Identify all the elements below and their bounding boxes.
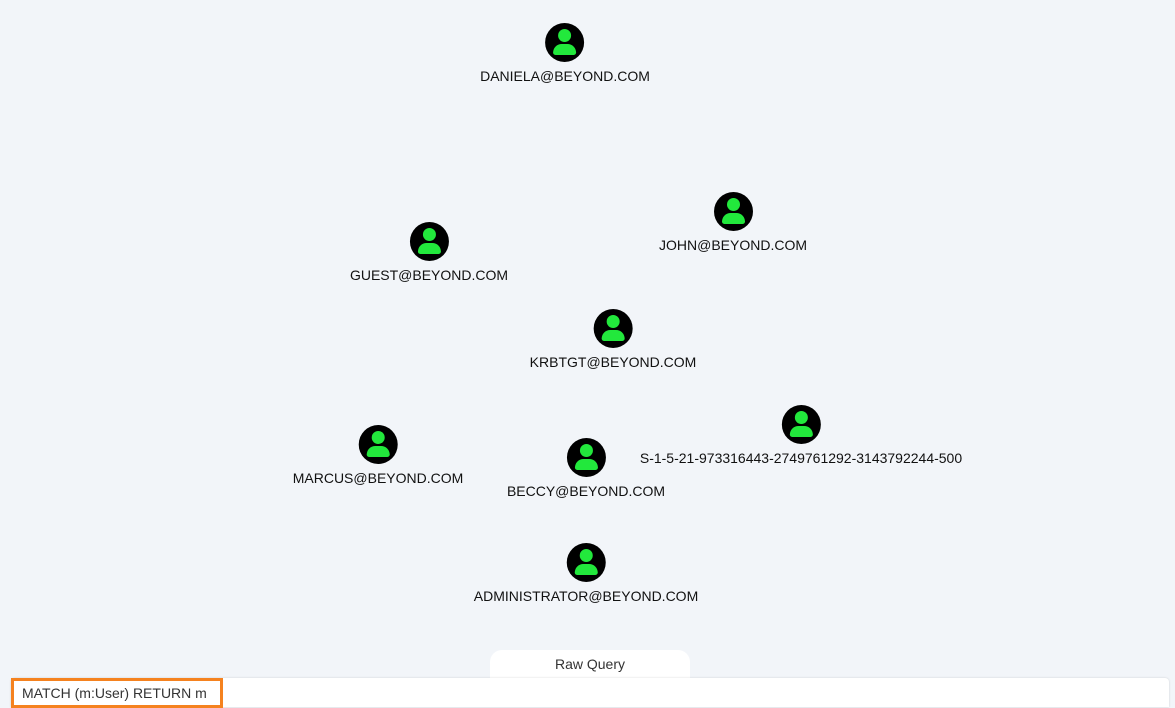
user-icon	[566, 543, 606, 582]
user-node[interactable]: BECCY@BEYOND.COM	[507, 438, 665, 499]
user-icon	[409, 222, 449, 261]
user-node[interactable]: GUEST@BEYOND.COM	[350, 222, 508, 283]
user-node[interactable]: JOHN@BEYOND.COM	[659, 192, 807, 253]
raw-query-input[interactable]	[11, 678, 223, 708]
graph-canvas[interactable]: DANIELA@BEYOND.COM JOHN@BEYOND.COM GUEST…	[0, 0, 1175, 650]
user-node[interactable]: MARCUS@BEYOND.COM	[292, 425, 464, 486]
user-icon	[545, 23, 585, 62]
user-icon	[593, 309, 633, 348]
node-label: DANIELA@BEYOND.COM	[480, 68, 650, 84]
raw-query-tab[interactable]: Raw Query	[490, 650, 690, 680]
user-icon	[358, 425, 398, 464]
node-label: ADMINISTRATOR@BEYOND.COM	[473, 588, 699, 604]
node-label: JOHN@BEYOND.COM	[659, 237, 807, 253]
user-node[interactable]: S-1-5-21-973316443-2749761292-3143792244…	[640, 405, 962, 466]
user-node[interactable]: DANIELA@BEYOND.COM	[480, 23, 650, 84]
node-label: KRBTGT@BEYOND.COM	[529, 354, 697, 370]
user-icon	[713, 192, 753, 231]
user-icon	[566, 438, 606, 477]
node-label: BECCY@BEYOND.COM	[506, 483, 666, 499]
user-icon	[781, 405, 821, 444]
node-label: MARCUS@BEYOND.COM	[292, 470, 464, 486]
user-node[interactable]: ADMINISTRATOR@BEYOND.COM	[473, 543, 699, 604]
query-bar	[11, 678, 1169, 708]
node-label: GUEST@BEYOND.COM	[349, 267, 509, 283]
user-node[interactable]: KRBTGT@BEYOND.COM	[529, 309, 697, 370]
node-label: S-1-5-21-973316443-2749761292-3143792244…	[639, 450, 963, 466]
